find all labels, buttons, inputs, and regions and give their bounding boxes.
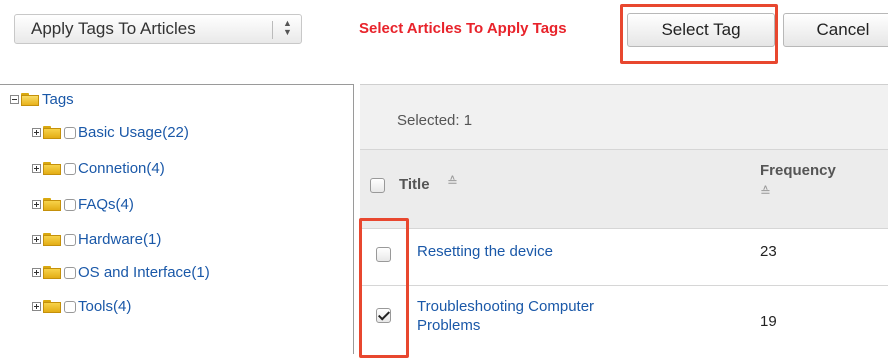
tree-item-label[interactable]: OS and Interface(1) — [78, 264, 210, 281]
tree-item-label[interactable]: Tools(4) — [78, 298, 131, 315]
folder-icon — [43, 162, 61, 175]
folder-icon — [43, 233, 61, 246]
instruction-text: Select Articles To Apply Tags — [359, 20, 567, 37]
tree-item-label[interactable]: Hardware(1) — [78, 231, 161, 248]
select-tag-highlight — [620, 4, 778, 64]
article-frequency: 19 — [760, 313, 777, 330]
tree-checkbox[interactable] — [64, 126, 76, 139]
select-divider — [272, 21, 273, 39]
checkbox-highlight — [359, 218, 409, 358]
expand-icon[interactable] — [32, 128, 41, 137]
collapse-icon[interactable] — [10, 95, 19, 104]
article-title-link[interactable]: Troubleshooting Computer Problems — [417, 297, 647, 335]
tree-item[interactable]: Hardware(1) — [32, 231, 161, 248]
article-title-link[interactable]: Resetting the device — [417, 243, 553, 260]
expand-icon[interactable] — [32, 302, 41, 311]
tree-root-label[interactable]: Tags — [42, 91, 74, 108]
folder-open-icon — [21, 93, 39, 106]
article-frequency: 23 — [760, 243, 777, 260]
selected-count: Selected: 1 — [397, 112, 473, 129]
select-all-checkbox[interactable] — [370, 178, 385, 193]
tree-item[interactable]: Connetion(4) — [32, 160, 165, 177]
expand-icon[interactable] — [32, 268, 41, 277]
cancel-button[interactable]: Cancel — [783, 13, 888, 47]
expand-icon[interactable] — [32, 200, 41, 209]
tree-item-label[interactable]: FAQs(4) — [78, 196, 134, 213]
tree-item-label[interactable]: Basic Usage(22) — [78, 124, 189, 141]
tree-checkbox[interactable] — [64, 300, 76, 313]
sort-icon[interactable]: ≙ — [447, 174, 458, 190]
expand-icon[interactable] — [32, 235, 41, 244]
folder-icon — [43, 300, 61, 313]
tree-checkbox[interactable] — [64, 162, 76, 175]
tree-root[interactable]: Tags — [10, 91, 74, 108]
folder-icon — [43, 198, 61, 211]
action-select-value: Apply Tags To Articles — [31, 19, 196, 38]
tree-checkbox[interactable] — [64, 266, 76, 279]
select-arrows-icon: ▲ ▼ — [283, 18, 292, 37]
tree-checkbox[interactable] — [64, 198, 76, 211]
tree-item[interactable]: FAQs(4) — [32, 196, 134, 213]
tree-item-label[interactable]: Connetion(4) — [78, 160, 165, 177]
folder-icon — [43, 126, 61, 139]
folder-icon — [43, 266, 61, 279]
frequency-column-header[interactable]: Frequency — [760, 162, 836, 179]
title-column-header[interactable]: Title — [399, 176, 430, 193]
action-select[interactable]: Apply Tags To Articles ▲ ▼ — [14, 14, 302, 44]
tree-checkbox[interactable] — [64, 233, 76, 246]
expand-icon[interactable] — [32, 164, 41, 173]
tree-item[interactable]: Tools(4) — [32, 298, 131, 315]
tree-item[interactable]: OS and Interface(1) — [32, 264, 210, 281]
sort-icon[interactable]: ≙ — [760, 184, 771, 200]
tree-item[interactable]: Basic Usage(22) — [32, 124, 189, 141]
